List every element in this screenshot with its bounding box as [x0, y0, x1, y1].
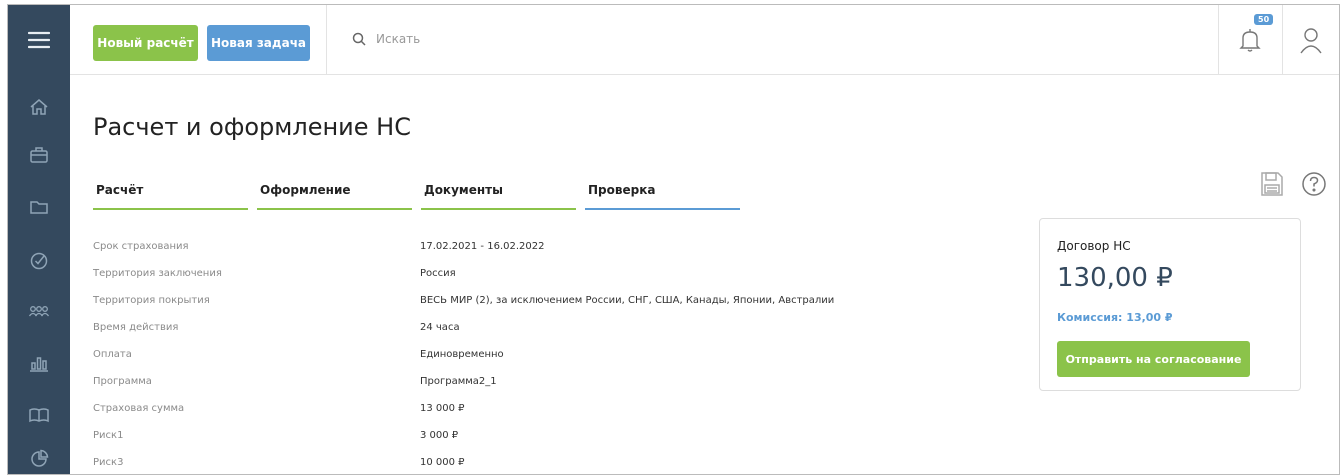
divider [1218, 5, 1219, 74]
detail-row: Время действия 24 часа [93, 314, 834, 341]
save-button[interactable] [1260, 171, 1284, 201]
detail-row: Оплата Единовременно [93, 341, 834, 368]
search-placeholder: Искать [376, 32, 421, 46]
help-icon [1302, 172, 1326, 196]
page-title: Расчет и оформление НС [93, 113, 411, 141]
commission-text: Комиссия: 13,00 ₽ [1057, 311, 1173, 324]
app-window: Новый расчёт Новая задача Искать 50 Расч… [7, 4, 1340, 475]
detail-label: Территория покрытия [93, 295, 210, 306]
card-title: Договор НС [1057, 239, 1131, 253]
tab-documents[interactable]: Документы [421, 181, 576, 210]
bell-icon [1239, 28, 1261, 52]
detail-row: Программа Программа2_1 [93, 368, 834, 395]
detail-label: Риск1 [93, 430, 124, 441]
menu-icon[interactable] [8, 5, 70, 75]
detail-row: Страховая сумма 13 000 ₽ [93, 395, 834, 422]
detail-value: 10 000 ₽ [420, 457, 465, 468]
bar-chart-icon[interactable] [8, 335, 70, 391]
search-input[interactable]: Искать [352, 32, 420, 46]
detail-value: 13 000 ₽ [420, 403, 465, 414]
detail-row: Риск1 3 000 ₽ [93, 422, 834, 449]
tab-bar: Расчёт Оформление Документы Проверка [93, 181, 740, 210]
help-button[interactable] [1301, 171, 1327, 201]
search-icon [352, 32, 366, 46]
briefcase-icon[interactable] [8, 127, 70, 183]
users-icon[interactable] [8, 283, 70, 339]
detail-value: 24 часа [420, 322, 460, 333]
detail-row: Территория заключения Россия [93, 260, 834, 287]
tab-calculation[interactable]: Расчёт [93, 181, 248, 210]
detail-label: Срок страхования [93, 241, 189, 252]
notification-badge: 50 [1254, 14, 1274, 25]
detail-label: Территория заключения [93, 268, 222, 279]
check-circle-icon[interactable] [8, 233, 70, 289]
sidebar [8, 5, 70, 474]
pie-chart-icon[interactable] [8, 431, 70, 474]
detail-value: ВЕСЬ МИР (2), за исключением России, СНГ… [420, 295, 835, 306]
tab-review[interactable]: Проверка [585, 181, 740, 210]
detail-label: Оплата [93, 349, 132, 360]
detail-row: Территория покрытия ВЕСЬ МИР (2), за иск… [93, 287, 834, 314]
floppy-disk-icon [1261, 172, 1283, 196]
policy-details: Срок страхования 17.02.2021 - 16.02.2022… [93, 233, 834, 474]
send-for-approval-button[interactable]: Отправить на согласование [1057, 341, 1250, 377]
notifications-button[interactable]: 50 [1225, 5, 1275, 74]
top-bar: Новый расчёт Новая задача Искать 50 [70, 5, 1339, 75]
detail-label: Страховая сумма [93, 403, 185, 414]
detail-value: Россия [420, 268, 456, 279]
detail-row: Риск3 10 000 ₽ [93, 449, 834, 474]
contract-summary-card: Договор НС 130,00 ₽ Комиссия: 13,00 ₽ От… [1039, 218, 1301, 391]
detail-value: 3 000 ₽ [420, 430, 459, 441]
detail-label: Риск3 [93, 457, 124, 468]
new-calculation-button[interactable]: Новый расчёт [93, 25, 198, 61]
user-icon [1300, 27, 1322, 53]
tab-registration[interactable]: Оформление [257, 181, 412, 210]
detail-row: Срок страхования 17.02.2021 - 16.02.2022 [93, 233, 834, 260]
detail-value: Программа2_1 [420, 376, 497, 387]
detail-value: Единовременно [420, 349, 504, 360]
user-profile-button[interactable] [1283, 5, 1339, 74]
divider [326, 5, 327, 74]
new-task-button[interactable]: Новая задача [207, 25, 310, 61]
detail-label: Время действия [93, 322, 179, 333]
detail-label: Программа [93, 376, 152, 387]
folder-icon[interactable] [8, 179, 70, 235]
detail-value: 17.02.2021 - 16.02.2022 [420, 241, 545, 252]
contract-price: 130,00 ₽ [1057, 263, 1173, 293]
